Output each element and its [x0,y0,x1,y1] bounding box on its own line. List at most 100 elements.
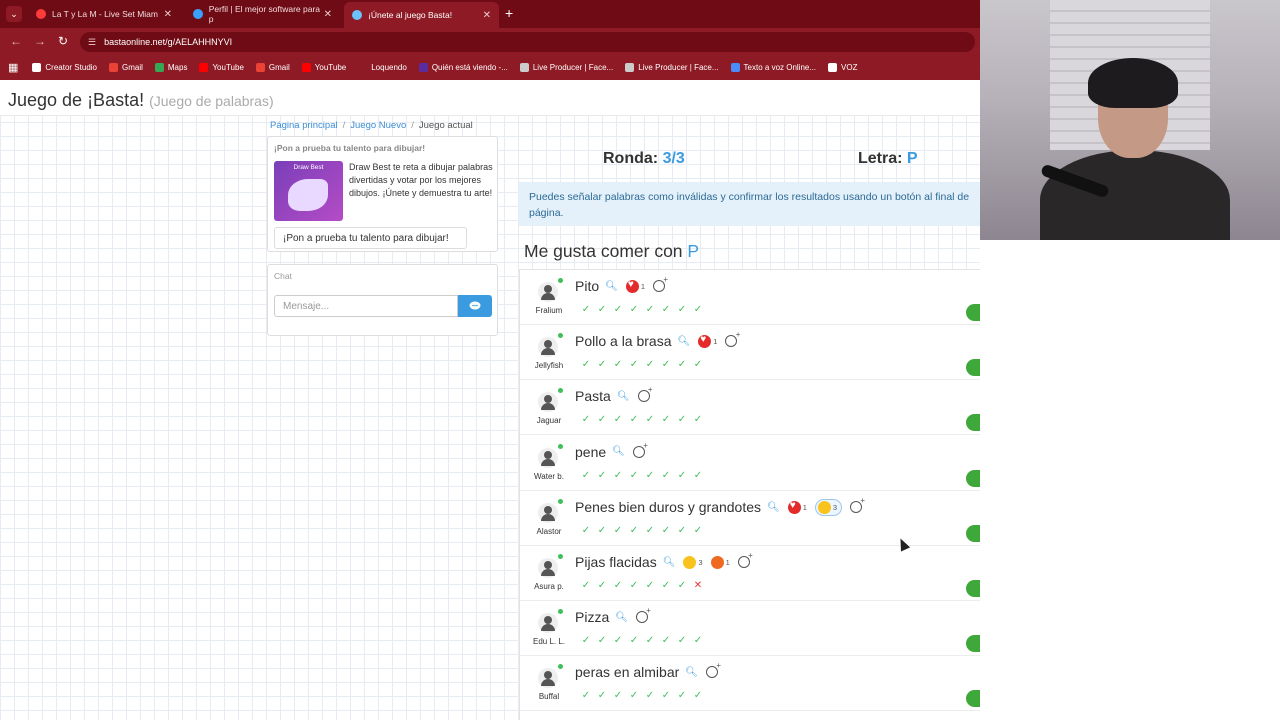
avatar[interactable] [538,392,558,413]
avatar[interactable] [538,447,558,468]
reload-icon[interactable]: ↻ [58,34,68,48]
browser-tab[interactable]: La T y La M - Live Set Miam ✕ [28,3,180,25]
chat-send-button[interactable] [458,295,492,317]
search-icon[interactable]: 🔍︎ [605,281,618,292]
tab-title: La T y La M - Live Set Miam [52,9,158,19]
promo-button[interactable]: ¡Pon a prueba tu talento para dibujar! [274,227,467,249]
breadcrumb-new-game[interactable]: Juego Nuevo [350,120,406,131]
answer-word: Penes bien duros y grandotes [575,499,762,516]
search-icon[interactable]: 🔍︎ [767,502,780,513]
reaction-heart[interactable]: 1 [787,500,807,514]
check-mark-icon: ✓ [661,359,671,371]
tab-search-dropdown[interactable]: ⌄ [6,6,22,22]
close-icon[interactable]: ✕ [483,10,491,21]
forward-icon[interactable]: → [34,34,46,48]
bookmark-item[interactable]: Gmail [255,63,290,72]
player-name: Buffal [538,692,560,702]
check-mark-icon: ✓ [581,469,591,481]
bookmark-item[interactable]: Creator Studio [32,63,97,72]
bookmark-item[interactable]: Live Producer | Face... [519,63,613,72]
bookmark-item[interactable]: Quién está viendo -... [418,63,508,72]
avatar[interactable] [538,502,558,523]
browser-tab[interactable]: ¡Únete al juego Basta! ✕ [344,2,499,28]
answer-word: pene [575,443,607,460]
avatar[interactable] [538,558,558,578]
check-mark-icon: ✓ [629,469,639,481]
check-mark-icon: ✓ [661,524,671,536]
bookmark-favicon-icon [255,63,265,72]
url-field[interactable]: ☰ bastaonline.net/g/AELAHHNYVI [80,32,975,52]
check-mark-icon: ✓ [581,359,591,371]
valid-toggle[interactable] [966,414,980,432]
add-reaction-icon[interactable] [637,385,653,403]
valid-toggle[interactable] [966,635,980,653]
avatar[interactable] [538,282,558,302]
valid-toggle[interactable] [966,580,980,597]
online-status-dot [558,664,563,670]
reaction-angry[interactable]: 1 [710,555,730,569]
valid-toggle[interactable] [966,359,980,377]
avatar[interactable] [538,337,558,358]
search-icon[interactable]: 🔍︎ [685,667,698,678]
back-icon[interactable]: ← [10,34,22,48]
answer-row: Fralium Pito 🔍︎ 1 ✓ ✓ ✓ ✓ ✓ ✓ ✓ ✓ [520,270,980,325]
search-icon[interactable]: 🔍︎ [612,446,625,457]
add-reaction-icon[interactable] [725,330,740,348]
close-icon[interactable]: ✕ [324,9,332,20]
site-info-icon[interactable]: ☰ [88,37,96,48]
answer-row: Jellyfish Pollo a la brasa 🔍︎ 1 ✓ ✓ ✓ ✓ ✓ ✓ ✓ ✓ [520,325,980,381]
search-icon[interactable]: 🔍︎ [663,557,676,568]
bookmark-item[interactable]: Texto a voz Online... [730,63,816,72]
avatar[interactable] [538,613,558,634]
reaction-heart[interactable]: 1 [625,279,645,293]
add-reaction-icon[interactable] [705,661,721,679]
add-reaction-icon[interactable] [850,496,865,514]
search-icon[interactable]: 🔍︎ [617,391,630,402]
new-tab-button[interactable]: + [505,5,513,21]
check-mark-icon: ✓ [677,304,687,315]
chat-message-input[interactable]: Mensaje... [274,295,458,317]
valid-toggle[interactable] [966,469,980,487]
check-mark-icon: ✓ [613,580,623,591]
check-mark-icon: ✓ [613,524,623,536]
bookmark-item[interactable]: Maps [154,63,187,72]
word-line: peras en almibar 🔍︎ [575,661,721,680]
bookmark-favicon-icon [109,63,118,72]
reaction-heart[interactable]: 1 [698,334,717,348]
bookmark-item[interactable]: YouTube [199,63,244,72]
check-mark-icon: ✓ [613,690,623,702]
online-status-dot [558,278,563,283]
check-mark-icon: ✓ [645,580,655,591]
close-icon[interactable]: ✕ [164,9,172,20]
check-mark-icon: ✓ [597,580,607,591]
browser-tab[interactable]: Perfil | El mejor software para p ✕ [185,3,340,25]
bookmark-item[interactable]: Loquendo [358,63,407,72]
valid-toggle[interactable] [966,524,980,542]
check-mark-icon: ✓ [661,690,671,702]
reaction-wow[interactable]: 3 [683,555,703,569]
bookmark-item[interactable]: Live Producer | Face... [625,63,719,72]
breadcrumb-home[interactable]: Página principal [270,120,338,131]
add-reaction-icon[interactable] [632,441,648,458]
avatar[interactable] [538,668,558,689]
apps-grid-icon[interactable]: ▦ [8,61,18,74]
search-icon[interactable]: 🔍︎ [678,336,691,347]
reaction-laugh[interactable]: 3 [814,498,843,516]
add-reaction-icon[interactable] [737,551,753,568]
streamer-hair [1088,58,1178,108]
add-reaction-icon[interactable] [653,275,668,292]
online-status-dot [558,333,563,339]
bookmark-item[interactable]: YouTube [301,63,346,72]
bookmark-item[interactable]: Gmail [109,63,143,72]
blank-side-area [980,240,1280,720]
valid-toggle[interactable] [966,690,980,708]
valid-toggle[interactable] [966,304,980,321]
bookmark-item[interactable]: VOZ [828,63,857,72]
search-icon[interactable]: 🔍︎ [615,612,628,623]
add-reaction-icon[interactable] [635,606,651,624]
draw-best-image[interactable]: Draw Best [274,161,343,221]
check-mark-icon: ✓ [597,469,607,481]
check-mark-icon: ✓ [677,635,687,647]
letter-value: P [906,150,918,167]
reaction-count: 3 [832,502,838,512]
